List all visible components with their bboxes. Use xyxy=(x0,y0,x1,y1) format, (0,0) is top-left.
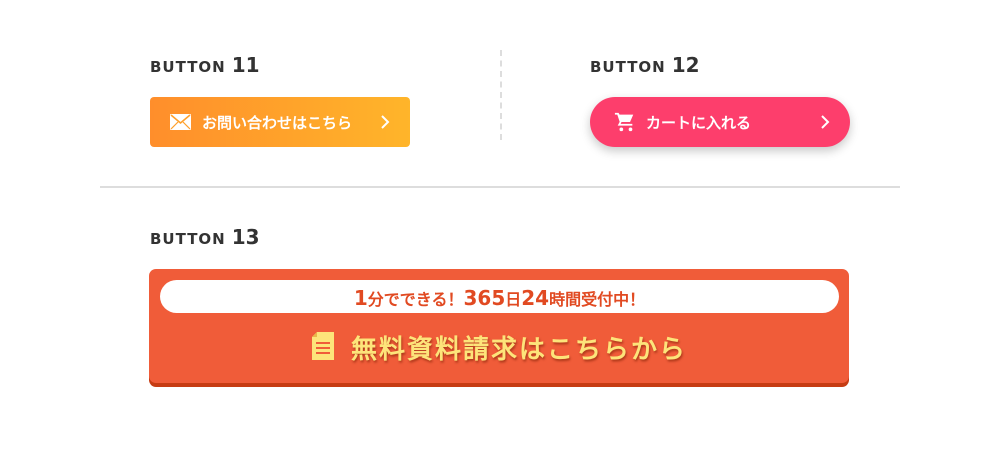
heading-word: BUTTON xyxy=(590,58,666,76)
heading-word: BUTTON xyxy=(150,58,226,76)
availability-text-1: 分でできる！ xyxy=(367,290,464,309)
availability-minutes: 1 xyxy=(353,286,368,310)
button-12-heading: BUTTON 12 xyxy=(590,53,700,77)
free-document-request-label: 無料資料請求はこちらから xyxy=(351,335,688,365)
add-to-cart-button[interactable]: カートに入れる xyxy=(590,97,850,147)
heading-number: 11 xyxy=(231,53,260,77)
availability-text-3: 時間受付中！ xyxy=(549,290,646,309)
availability-badge: 1分でできる！365日24時間受付中！ xyxy=(160,280,839,313)
chevron-right-icon xyxy=(381,115,390,129)
heading-number: 12 xyxy=(671,53,700,77)
availability-text-2: 日 xyxy=(505,290,522,309)
vertical-dashed-divider xyxy=(500,50,502,140)
chevron-right-icon xyxy=(821,115,830,129)
horizontal-divider xyxy=(100,186,900,188)
button-11-heading: BUTTON 11 xyxy=(150,53,260,77)
contact-button-label: お問い合わせはこちら xyxy=(202,114,353,132)
button-13-heading: BUTTON 13 xyxy=(150,225,260,249)
availability-days: 365 xyxy=(463,286,506,310)
heading-number: 13 xyxy=(231,225,260,249)
availability-hours: 24 xyxy=(521,286,550,310)
add-to-cart-label: カートに入れる xyxy=(646,114,752,132)
contact-button[interactable]: お問い合わせはこちら xyxy=(150,97,410,147)
free-document-request-button[interactable]: 1分でできる！365日24時間受付中！ 無料資料請求はこちらから xyxy=(149,269,849,383)
availability-text: 1分でできる！365日24時間受付中！ xyxy=(354,286,645,310)
document-icon xyxy=(312,332,334,360)
mail-icon xyxy=(170,114,191,130)
heading-word: BUTTON xyxy=(150,230,226,248)
cart-icon xyxy=(614,112,634,132)
